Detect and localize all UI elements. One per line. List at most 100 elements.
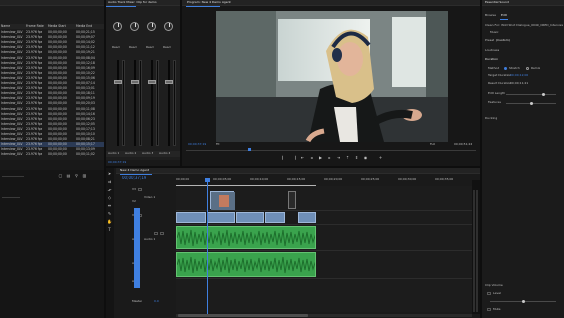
automation-read-2[interactable]: Read (129, 46, 137, 50)
time-ruler[interactable]: 00;00;00 00;00;05;00 00;00;10;00 00;00;15;0… (176, 178, 472, 184)
export-frame-icon[interactable]: ◉ (363, 156, 368, 160)
mute-a1[interactable] (154, 232, 158, 235)
track-area[interactable] (176, 186, 472, 312)
pan-knob-4[interactable] (164, 22, 173, 31)
table-row[interactable]: Interview_XLV 23.976 fps 00;00;00;00 00;00;… (0, 61, 104, 66)
step-forward-icon[interactable]: ▸ (327, 156, 332, 160)
table-row[interactable]: Interview_XLV 23.976 fps 00;00;00;00 00;00;… (0, 81, 104, 86)
track-select-tool-icon[interactable]: ⇉ (107, 180, 112, 184)
pen-tool-icon[interactable]: ✎ (107, 212, 112, 216)
new-bin-icon[interactable]: ▢ (58, 174, 63, 178)
table-row[interactable]: Interview_XLV 23.976 fps 00;00;00;00 00;00;… (0, 71, 104, 76)
fader-2[interactable] (131, 80, 139, 84)
video-clip-v1-5[interactable] (298, 212, 316, 223)
loudness-section[interactable]: Loudness (485, 49, 499, 53)
table-row[interactable]: Interview_XLV 23.976 fps 00;00;00;00 00;00;… (0, 56, 104, 61)
duration-section[interactable]: Duration (485, 58, 498, 62)
table-row[interactable]: Interview_XLV 23.976 fps 00;00;00;00 00;00;… (0, 137, 104, 142)
step-back-icon[interactable]: ◂ (309, 156, 314, 160)
table-row[interactable]: Interview_XLV 23.976 fps 00;00;00;00 00;00;… (0, 96, 104, 101)
table-row[interactable]: Interview_XLV 23.976 fps 00;00;00;00 00;00;… (0, 142, 104, 147)
timeline-playhead-cap[interactable] (205, 178, 210, 182)
table-row[interactable]: Interview_XLV 23.976 fps 00;00;00;00 00;00;… (0, 101, 104, 106)
col-framerate[interactable]: Frame Rate (26, 24, 44, 28)
video-clip-v2[interactable] (210, 191, 235, 210)
trash-icon[interactable]: ▥ (82, 174, 87, 178)
mute-checkbox[interactable] (487, 308, 491, 311)
table-row[interactable]: Interview_XLV 23.976 fps 00;00;00;00 00;00;… (0, 50, 104, 55)
table-row[interactable]: Interview_XLV 23.976 fps 00;00;00;00 00;00;… (0, 45, 104, 50)
table-row[interactable]: Interview_XLV 23.976 fps 00;00;00;00 00;00;… (0, 76, 104, 81)
tab-edit[interactable]: Edit (501, 14, 507, 18)
method-remix-radio[interactable] (526, 67, 529, 70)
automation-read-3[interactable]: Read (146, 46, 154, 50)
type-music[interactable]: Music (490, 31, 499, 35)
selection-tool-icon[interactable]: ➤ (107, 172, 112, 176)
table-row[interactable]: Interview_XLV 23.976 fps 00;00;00;00 00;00;… (0, 117, 104, 122)
level-slider-thumb[interactable] (522, 300, 525, 303)
hand-tool-icon[interactable]: ✋ (107, 220, 112, 224)
table-row[interactable]: Interview_XLV 23.976 fps 00;00;00;00 00;00;… (0, 30, 104, 35)
table-row[interactable]: Interview_XLV 23.976 fps 00;00;00;00 00;00;… (0, 91, 104, 96)
program-quality-select[interactable]: Full (430, 143, 435, 147)
extract-icon[interactable]: ⇞ (354, 156, 359, 160)
preset-dropdown[interactable]: (Custom) (496, 39, 510, 43)
program-video-frame[interactable] (216, 11, 448, 142)
sequence-tab[interactable]: New 4 Demo Agent (120, 169, 149, 173)
program-timecode-left[interactable]: 00;00;37;19 (188, 143, 206, 147)
video-clip-v1-2[interactable] (207, 212, 235, 223)
timeline-timecode[interactable]: 00;00;37;19 (122, 176, 146, 181)
new-item-icon[interactable]: ▤ (66, 174, 71, 178)
table-row[interactable]: Interview_XLV 23.976 fps 00;00;00;00 00;00;… (0, 152, 104, 157)
toggle-sync-v3[interactable] (138, 188, 142, 191)
table-row[interactable]: Interview_XLV 23.976 fps 00;00;00;00 00;00;… (0, 122, 104, 127)
method-remix-label[interactable]: Remix (531, 67, 540, 71)
audio-clip-a1[interactable] (176, 226, 316, 249)
play-icon[interactable]: ▶ (318, 156, 323, 160)
search-icon[interactable]: ⚲ (74, 174, 79, 178)
col-media-start[interactable]: Media Start (48, 24, 66, 28)
go-to-out-icon[interactable]: ⇥ (336, 156, 341, 160)
go-to-in-icon[interactable]: ⇤ (300, 156, 305, 160)
table-row[interactable]: Interview_XLV 23.976 fps 00;00;00;00 00;00;… (0, 86, 104, 91)
col-name[interactable]: Name (1, 24, 10, 28)
master-track-value[interactable]: 0.0 (154, 300, 159, 304)
program-scrub-bar[interactable] (186, 150, 476, 151)
col-media-end[interactable]: Media End (76, 24, 92, 28)
video-clip-v1-1[interactable] (176, 212, 206, 223)
pan-knob-2[interactable] (130, 22, 139, 31)
mark-out-icon[interactable]: ⎹ (291, 156, 296, 160)
table-row[interactable]: Interview_XLV 23.976 fps 00;00;00;00 00;00;… (0, 132, 104, 137)
pan-knob-3[interactable] (147, 22, 156, 31)
video-clip-v1-4[interactable] (265, 212, 285, 223)
fader-3[interactable] (148, 80, 156, 84)
solo-a1[interactable] (160, 232, 164, 235)
segment-slider-thumb[interactable] (542, 93, 545, 96)
slip-tool-icon[interactable]: ⇹ (107, 204, 112, 208)
fader-4[interactable] (165, 80, 173, 84)
table-row[interactable]: Interview_XLV 23.976 fps 00;00;00;00 00;00;… (0, 147, 104, 152)
level-checkbox[interactable] (487, 292, 491, 295)
target-duration-value[interactable]: 00;00;12;00 (510, 74, 528, 78)
table-row[interactable]: Interview_XLV 23.976 fps 00;00;00;00 00;00;… (0, 107, 104, 112)
table-row[interactable]: Interview_XLV 23.976 fps 00;00;00;00 00;00;… (0, 112, 104, 117)
segment-slider[interactable] (506, 94, 556, 95)
variation-slider-thumb[interactable] (530, 102, 533, 105)
clip-volume-section[interactable]: Clip Volume (485, 284, 503, 288)
fader-1[interactable] (114, 80, 122, 84)
table-row[interactable]: Interview_XLV 23.976 fps 00;00;00;00 00;00;… (0, 40, 104, 45)
mark-in-icon[interactable]: ⎸ (282, 156, 287, 160)
razor-tool-icon[interactable]: ◇ (107, 196, 112, 200)
lift-icon[interactable]: ⇡ (345, 156, 350, 160)
timeline-horizontal-scrollbar[interactable] (176, 314, 472, 317)
program-playhead[interactable] (248, 148, 251, 151)
ducking-section[interactable]: Ducking (485, 117, 497, 121)
audio-clip-a2[interactable] (176, 252, 316, 277)
ripple-tool-icon[interactable]: ⟛ (107, 188, 112, 192)
tab-browse[interactable]: Browse (485, 14, 496, 18)
pan-knob-1[interactable] (113, 22, 122, 31)
automation-read-1[interactable]: Read (112, 46, 120, 50)
table-row[interactable]: Interview_XLV 23.976 fps 00;00;00;00 00;00;… (0, 127, 104, 132)
table-row[interactable]: Interview_XLV 23.976 fps 00;00;00;00 00;00;… (0, 66, 104, 71)
method-stretch-radio[interactable] (504, 67, 507, 70)
